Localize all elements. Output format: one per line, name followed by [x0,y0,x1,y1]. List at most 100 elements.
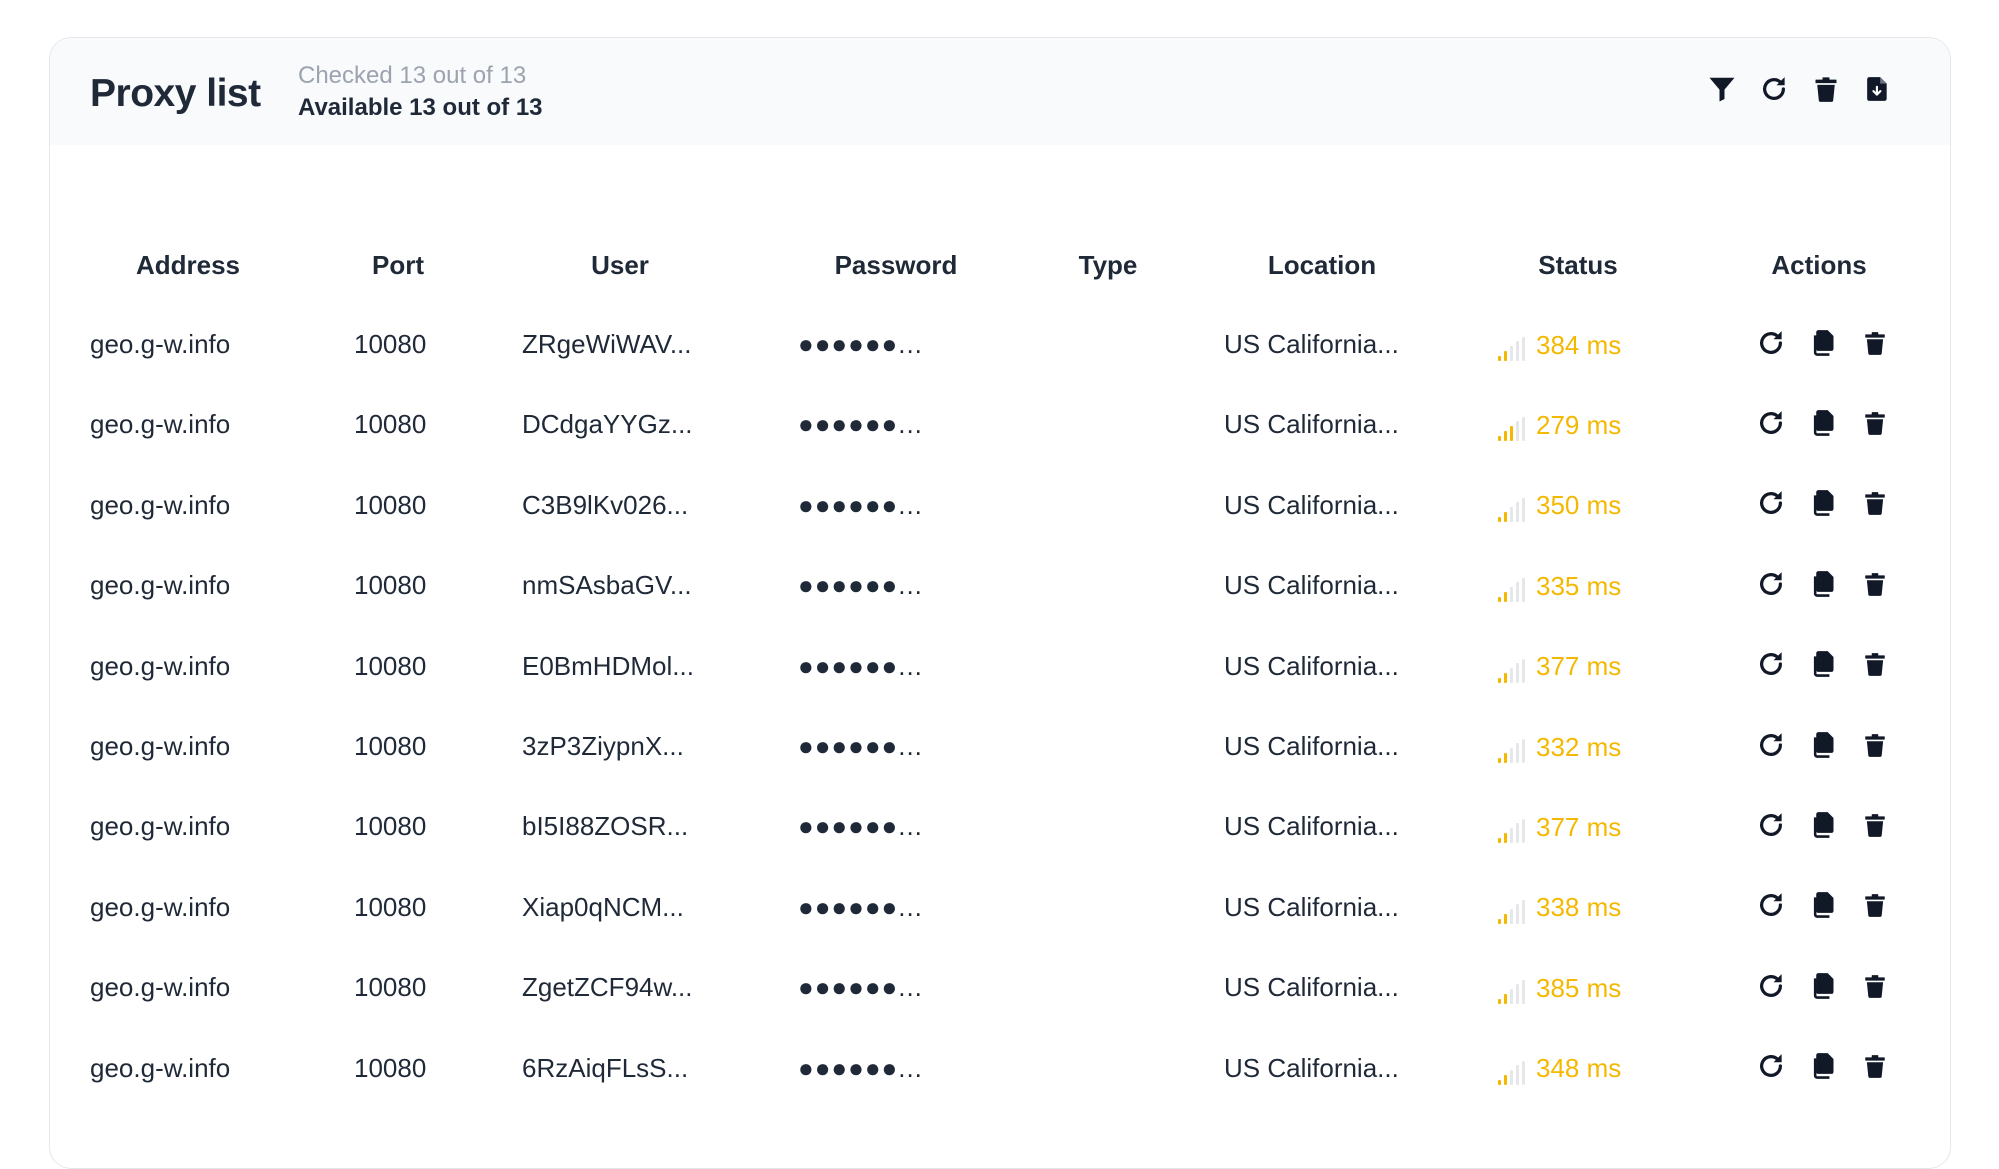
trash-icon [1864,814,1885,837]
signal-strength-icon [1498,578,1525,603]
col-header-user[interactable]: User [591,250,649,281]
copy-icon [1813,892,1833,919]
copy-button[interactable] [1805,727,1840,762]
cell-port: 10080 [354,972,427,1003]
cell-location: US California... [1224,329,1399,359]
latency-value: 279 ms [1536,409,1622,440]
delete-button[interactable] [1857,1049,1892,1084]
signal-bar [1516,341,1519,361]
cell-password: ●●●●●●... [798,650,923,681]
delete-button[interactable] [1857,888,1892,923]
copy-icon [1813,812,1833,838]
recheck-button[interactable] [1753,807,1788,842]
trash-icon [1864,572,1885,596]
col-header-address[interactable]: Address [136,250,240,281]
copy-button[interactable] [1805,325,1840,360]
cell-location: US California... [1224,409,1399,440]
cell-status: 384 ms [1498,329,1621,361]
signal-bar [1510,506,1513,522]
signal-bar [1510,587,1513,603]
col-header-password[interactable]: Password [835,250,958,281]
delete-button[interactable] [1857,647,1892,682]
delete-button[interactable] [1857,325,1892,360]
signal-bar [1498,838,1501,844]
cell-address: geo.g-w.info [90,891,231,922]
signal-strength-icon [1498,739,1525,763]
signal-strength-icon [1498,819,1525,844]
cell-port: 10080 [354,329,427,359]
signal-bar [1510,346,1513,361]
signal-bar [1516,582,1519,603]
cell-password: ●●●●●●... [798,972,923,1003]
table-row: geo.g-w.info 10080 6RzAiqFLsS... ●●●●●●... U… [50,1037,1950,1117]
trash-icon [1864,412,1885,435]
latency-value: 385 ms [1536,972,1622,1003]
recheck-button[interactable] [1753,888,1788,923]
export-button[interactable] [1861,72,1894,105]
copy-button[interactable] [1805,647,1840,682]
signal-bar [1504,351,1507,361]
delete-button[interactable] [1857,405,1892,440]
cell-address: geo.g-w.info [90,972,231,1003]
col-header-status[interactable]: Status [1538,250,1617,281]
delete-button[interactable] [1857,968,1892,1003]
table-row: geo.g-w.info 10080 E0BmHDMol... ●●●●●●... US… [50,635,1950,715]
signal-bar [1522,819,1525,844]
refresh-all-button[interactable] [1757,72,1790,105]
signal-bar [1522,658,1525,683]
recheck-button[interactable] [1753,727,1788,762]
refresh-icon [1759,813,1782,836]
copy-button[interactable] [1805,405,1840,440]
export-file-icon [1866,76,1887,101]
cell-status: 385 ms [1498,972,1622,1005]
col-header-type[interactable]: Type [1079,250,1138,281]
recheck-button[interactable] [1753,405,1788,440]
signal-bar [1510,667,1513,683]
col-header-location[interactable]: Location [1268,250,1376,281]
refresh-icon [1759,411,1782,434]
cell-status: 338 ms [1498,892,1621,924]
latency-value: 348 ms [1536,1053,1622,1084]
cell-user: Xiap0qNCM... [522,891,684,922]
refresh-icon [1759,973,1782,997]
copy-icon [1813,972,1833,999]
copy-button[interactable] [1805,486,1840,521]
copy-button[interactable] [1805,1049,1840,1084]
cell-port: 10080 [354,650,427,681]
refresh-icon [1759,1054,1782,1078]
signal-strength-icon [1498,899,1525,924]
recheck-button[interactable] [1753,325,1788,360]
signal-bar [1498,597,1501,603]
signal-bar [1498,758,1501,763]
trash-icon [1864,894,1885,918]
delete-button[interactable] [1857,486,1892,521]
signal-bar [1504,913,1507,924]
copy-button[interactable] [1805,968,1840,1003]
recheck-button[interactable] [1753,566,1788,601]
row-actions [1753,647,1892,682]
delete-button[interactable] [1857,566,1892,601]
delete-button[interactable] [1857,727,1892,762]
refresh-icon [1759,732,1782,756]
copy-button[interactable] [1805,566,1840,601]
recheck-button[interactable] [1753,647,1788,682]
copy-button[interactable] [1805,888,1840,923]
signal-bar [1504,592,1507,603]
col-header-port[interactable]: Port [372,250,424,281]
recheck-button[interactable] [1753,968,1788,1003]
table-header: Address Port User Password Type Location… [50,250,1950,286]
recheck-button[interactable] [1753,1049,1788,1084]
copy-icon [1813,651,1833,677]
cell-user: C3B9lKv026... [522,489,689,520]
signal-strength-icon [1498,980,1525,1005]
table-row: geo.g-w.info 10080 Xiap0qNCM... ●●●●●●... US… [50,876,1950,956]
signal-bar [1498,677,1501,683]
filter-button[interactable] [1705,72,1738,105]
signal-bar [1516,501,1519,522]
signal-bar [1504,672,1507,683]
copy-button[interactable] [1805,807,1840,842]
delete-all-button[interactable] [1809,72,1842,105]
recheck-button[interactable] [1753,486,1788,521]
delete-button[interactable] [1857,807,1892,842]
cell-password: ●●●●●●... [798,891,923,922]
